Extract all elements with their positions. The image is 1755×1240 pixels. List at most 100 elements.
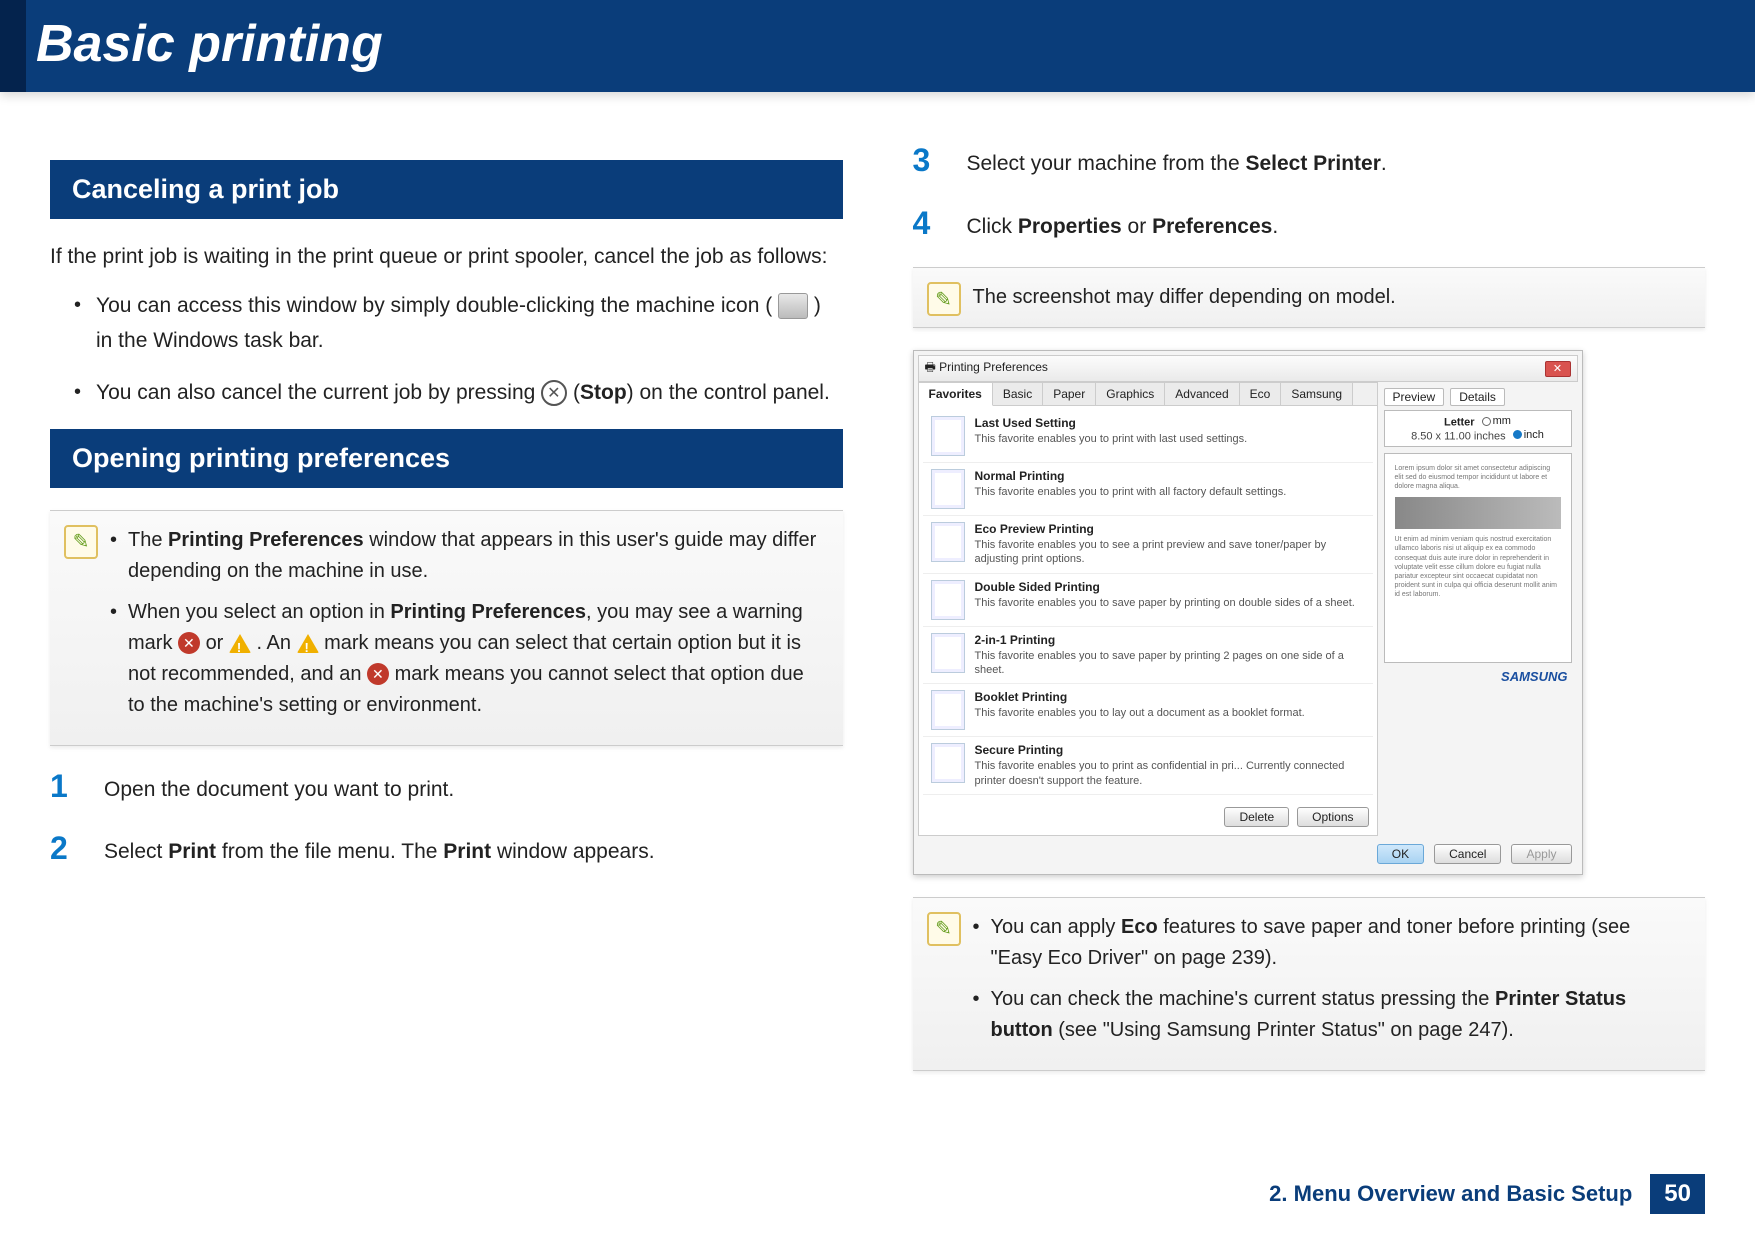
brand-label: SAMSUNG (1384, 663, 1572, 684)
note-icon (927, 912, 961, 946)
step3-c: . (1381, 152, 1387, 175)
favorite-thumb-icon (931, 522, 965, 562)
note1-li2-c: or (206, 632, 229, 654)
step2-a: Select (104, 840, 168, 863)
close-icon[interactable]: ✕ (1545, 361, 1571, 377)
cancel-bullets: You can access this window by simply dou… (50, 288, 843, 411)
favorite-desc: This favorite enables you to lay out a d… (975, 706, 1305, 720)
tab-eco[interactable]: Eco (1240, 383, 1282, 405)
tab-advanced[interactable]: Advanced (1165, 383, 1239, 405)
favorite-title: Booklet Printing (975, 690, 1305, 704)
tab-paper[interactable]: Paper (1043, 383, 1096, 405)
favorite-item[interactable]: Booklet Printing This favorite enables yo… (923, 684, 1373, 737)
note3-li2-b: (see "Using Samsung Printer Status" on p… (1053, 1019, 1514, 1041)
ok-button[interactable]: OK (1377, 844, 1424, 864)
note1-li2-a: When you select an option in (128, 601, 390, 623)
step3-b: Select Printer (1245, 152, 1380, 175)
warning-mark-icon (229, 634, 251, 653)
left-column: Canceling a print job If the print job i… (50, 142, 843, 1093)
cancel-bullet-1: You can access this window by simply dou… (74, 288, 843, 359)
cancel-button[interactable]: Cancel (1434, 844, 1501, 864)
printer-icon (778, 293, 808, 319)
delete-button[interactable]: Delete (1224, 807, 1289, 827)
step2-b: from the file menu. The (216, 840, 443, 863)
preview-tab[interactable]: Preview (1384, 388, 1445, 406)
note3-li1: You can apply Eco features to save paper… (973, 912, 1688, 974)
note1-li1-bold: Printing Preferences (168, 529, 364, 551)
favorite-desc: This favorite enables you to save paper … (975, 649, 1365, 678)
stop-icon (541, 380, 567, 406)
paper-name: Letter (1444, 417, 1475, 429)
favorite-item[interactable]: Normal Printing This favorite enables you… (923, 463, 1373, 516)
favorite-title: Secure Printing (975, 743, 1365, 757)
step4-a: Click (967, 215, 1018, 238)
favorite-item[interactable]: 2-in-1 Printing This favorite enables you… (923, 627, 1373, 685)
favorite-thumb-icon (931, 633, 965, 673)
section-head-open-text: Opening printing preferences (72, 443, 450, 473)
step3-a: Select your machine from the (967, 152, 1246, 175)
step-1: 1 Open the document you want to print. (50, 768, 843, 807)
error-mark-icon (178, 632, 200, 654)
details-tab[interactable]: Details (1450, 388, 1505, 406)
note-icon (64, 525, 98, 559)
error-mark-icon-2 (367, 663, 389, 685)
unit-mm-label: mm (1493, 415, 1511, 427)
favorite-thumb-icon (931, 743, 965, 783)
note1-li1: The Printing Preferences window that app… (110, 525, 825, 587)
cancel-b2-stop: Stop (580, 381, 627, 404)
page-title-text: Basic printing (36, 15, 383, 73)
favorite-desc: This favorite enables you to print with … (975, 432, 1248, 446)
tab-samsung[interactable]: Samsung (1281, 383, 1353, 405)
step-4-number: 4 (913, 205, 943, 242)
favorite-item[interactable]: Eco Preview PrintingThis favorite enable… (923, 516, 1373, 574)
favorite-thumb-icon (931, 690, 965, 730)
dialog-left-pane: FavoritesBasicPaperGraphicsAdvancedEcoSa… (918, 382, 1378, 836)
paper-info: Letter mm 8.50 x 11.00 inches inch (1384, 410, 1572, 447)
step-1-number: 1 (50, 768, 80, 805)
favorite-item[interactable]: Secure Printing This favorite enables you… (923, 737, 1373, 795)
favorite-item[interactable]: Last Used SettingThis favorite enables y… (923, 410, 1373, 463)
step-2-text: Select Print from the file menu. The Pri… (104, 830, 655, 869)
cancel-b2-a: You can also cancel the current job by p… (96, 381, 541, 404)
unit-inch-label: inch (1524, 429, 1544, 441)
cancel-bullet-2: You can also cancel the current job by p… (74, 375, 843, 411)
section-head-cancel: Canceling a print job (50, 160, 843, 219)
preview-image-placeholder (1395, 497, 1561, 529)
favorites-list: Last Used SettingThis favorite enables y… (919, 406, 1377, 799)
tab-favorites[interactable]: Favorites (919, 383, 993, 406)
dialog-tabs: FavoritesBasicPaperGraphicsAdvancedEcoSa… (919, 383, 1377, 406)
favorite-desc: This favorite enables you to print with … (975, 485, 1287, 499)
step-1-text: Open the document you want to print. (104, 768, 454, 807)
note1-li2: When you select an option in Printing Pr… (110, 597, 825, 721)
options-button[interactable]: Options (1297, 807, 1368, 827)
page-footer: 2. Menu Overview and Basic Setup 50 (1269, 1174, 1705, 1214)
note3-li2: You can check the machine's current stat… (973, 984, 1688, 1046)
cancel-b2-b: ( (573, 381, 580, 404)
favorite-thumb-icon (931, 416, 965, 456)
step2-b2: Print (443, 840, 491, 863)
right-column: 3 Select your machine from the Select Pr… (913, 142, 1706, 1093)
favorite-title: Normal Printing (975, 469, 1287, 483)
step-3: 3 Select your machine from the Select Pr… (913, 142, 1706, 181)
favorite-title: 2-in-1 Printing (975, 633, 1365, 647)
page-preview: Lorem ipsum dolor sit amet consectetur a… (1384, 453, 1572, 663)
favorite-item[interactable]: Double Sided PrintingThis favorite enabl… (923, 574, 1373, 627)
content-columns: Canceling a print job If the print job i… (0, 92, 1755, 1113)
footer-chapter: 2. Menu Overview and Basic Setup (1269, 1181, 1632, 1207)
step-3-text: Select your machine from the Select Prin… (967, 142, 1387, 181)
unit-mm-radio[interactable]: mm (1482, 415, 1511, 427)
step-2-number: 2 (50, 830, 80, 867)
favorite-desc: This favorite enables you to print as co… (975, 759, 1365, 788)
apply-button[interactable]: Apply (1511, 844, 1571, 864)
favorite-thumb-icon (931, 580, 965, 620)
cancel-intro: If the print job is waiting in the print… (50, 241, 843, 274)
tab-graphics[interactable]: Graphics (1096, 383, 1165, 405)
step4-c: . (1272, 215, 1278, 238)
note-box-2: The screenshot may differ depending on m… (913, 267, 1706, 328)
tab-basic[interactable]: Basic (993, 383, 1043, 405)
unit-inch-radio[interactable]: inch (1513, 429, 1544, 441)
step4-b1: Properties (1018, 215, 1122, 238)
dialog-footer: OK Cancel Apply (918, 836, 1578, 866)
note1-li1-a: The (128, 529, 168, 551)
note3-li2-a: You can check the machine's current stat… (991, 988, 1495, 1010)
